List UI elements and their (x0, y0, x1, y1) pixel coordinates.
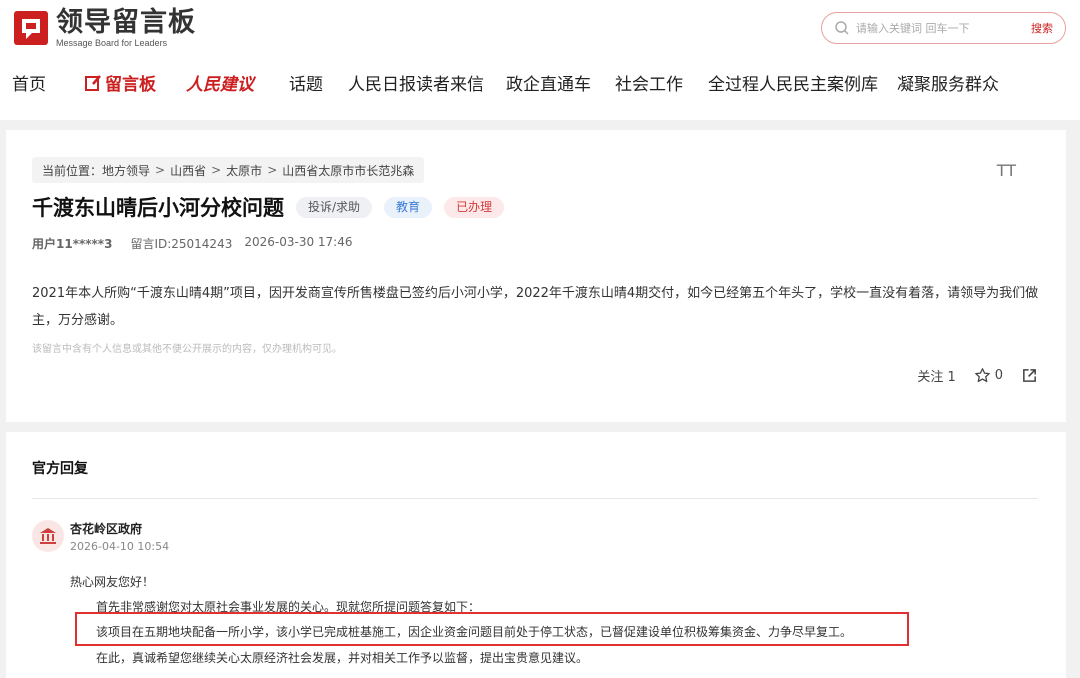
breadcrumb-item-city[interactable]: 太原市 (226, 162, 262, 179)
chevron-right-icon: > (267, 163, 278, 177)
message-actions: 关注 1 0 (899, 366, 1038, 385)
government-building-icon (32, 520, 64, 552)
nav-home[interactable]: 首页 (12, 70, 46, 95)
nav-serve-masses[interactable]: 凝聚服务群众 (897, 70, 999, 95)
nav-democracy-cases[interactable]: 全过程人民民主案例库 (708, 70, 878, 95)
favorite-button[interactable]: 0 (974, 367, 1003, 384)
message-meta: 用户11*****3 留言ID:25014243 2026-03-30 17:4… (32, 235, 352, 252)
reply-greeting: 热心网友您好！ (70, 575, 155, 589)
privacy-notice: 该留言中含有个人信息或其他不便公开展示的内容，仅办理机构可见。 (32, 344, 342, 355)
tag-category: 投诉/求助 (296, 196, 373, 218)
breadcrumb-item-leader[interactable]: 山西省太原市市长范兆森 (282, 162, 414, 179)
search-input[interactable] (856, 18, 1021, 38)
search-box: 搜索 (821, 12, 1066, 44)
favorite-count: 0 (994, 368, 1003, 383)
message-title: 千渡东山晴后小河分校问题 (32, 196, 284, 220)
follow-button[interactable]: 关注 1 (917, 366, 955, 385)
nav-topics[interactable]: 话题 (289, 70, 323, 95)
nav-message-board-label: 留言板 (105, 75, 156, 95)
edit-icon (85, 74, 101, 91)
site-logo[interactable]: 领导留言板 Message Board for Leaders (12, 8, 196, 48)
reply-paragraph: 在此，真诚希望您继续关心太原经济社会发展，并对相关工作予以监督，提出宝贵意见建议… (96, 651, 589, 665)
author-name: 用户11*****3 (32, 237, 113, 251)
search-icon (834, 20, 850, 36)
message-id: 留言ID:25014243 (130, 237, 233, 251)
site-header: 领导留言板 Message Board for Leaders 搜索 首页 留言… (0, 0, 1080, 120)
official-reply-card: 官方回复 杏花岭区政府 2026-04-10 10:54 热心网友您好！ 首先非… (6, 432, 1066, 678)
reply-date: 2026-04-10 10:54 (70, 540, 170, 553)
breadcrumb-prefix: 当前位置： (42, 163, 103, 178)
star-icon (974, 368, 990, 383)
breadcrumb: 当前位置： 地方领导 > 山西省 > 太原市 > 山西省太原市市长范兆森 (32, 157, 425, 183)
message-datetime: 2026-03-30 17:46 (244, 235, 353, 249)
highlight-box (75, 612, 909, 646)
divider (32, 498, 1038, 499)
official-reply-heading: 官方回复 (32, 461, 88, 477)
tag-field: 教育 (384, 196, 433, 218)
chevron-right-icon: > (155, 163, 166, 177)
nav-people-suggestions[interactable]: 人民建议 (186, 70, 254, 95)
share-icon (1023, 369, 1036, 382)
share-button[interactable] (1021, 367, 1038, 384)
search-button[interactable]: 搜索 (1031, 20, 1053, 36)
logo-icon (12, 9, 50, 47)
breadcrumb-item-province[interactable]: 山西省 (170, 162, 206, 179)
reply-organization: 杏花岭区政府 (70, 522, 143, 536)
nav-message-board[interactable]: 留言板 (84, 70, 156, 95)
nav-readers-letters[interactable]: 人民日报读者来信 (348, 70, 484, 95)
logo-subtitle: Message Board for Leaders (56, 38, 168, 48)
font-size-icon[interactable]: TT (997, 161, 1016, 180)
nav-enterprise-express[interactable]: 政企直通车 (506, 70, 591, 95)
logo-title: 领导留言板 (56, 7, 196, 38)
main-nav: 首页 留言板 人民建议 话题 人民日报读者来信 政企直通车 社会工作 全过程人民… (0, 66, 1080, 100)
breadcrumb-item-local-leaders[interactable]: 地方领导 (102, 162, 150, 179)
status-badge: 已办理 (444, 196, 505, 218)
message-body: 2021年本人所购“千渡东山晴4期”项目，因开发商宣传所售楼盘已签约后小河小学，… (32, 286, 1039, 328)
chevron-right-icon: > (211, 163, 222, 177)
message-card: 当前位置： 地方领导 > 山西省 > 太原市 > 山西省太原市市长范兆森 TT … (6, 130, 1066, 422)
nav-social-work[interactable]: 社会工作 (615, 70, 683, 95)
